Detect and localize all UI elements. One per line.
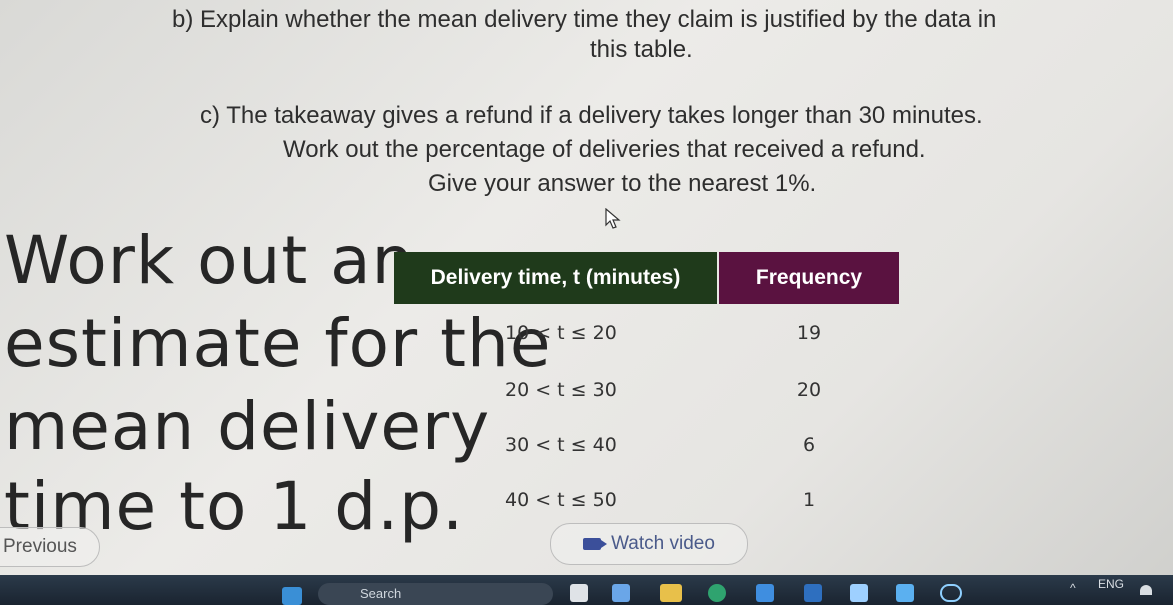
watch-video-button[interactable]: Watch video: [550, 523, 748, 565]
store-icon[interactable]: [896, 584, 914, 602]
table-cell-frequency: 6: [802, 434, 816, 456]
table-cell-time: 40 < t ≤ 50: [505, 489, 617, 511]
edge-icon[interactable]: [940, 584, 962, 602]
previous-label: Previous: [3, 536, 77, 557]
table-cell-time: 30 < t ≤ 40: [505, 434, 617, 456]
table-cell-time: 20 < t ≤ 30: [505, 379, 617, 401]
prompt-line1: Work out an: [4, 222, 415, 299]
table-cell-frequency: 20: [796, 379, 822, 401]
taskbar: Search ^ ENG: [0, 575, 1173, 605]
folder-icon[interactable]: [660, 584, 682, 602]
wifi-icon[interactable]: [1140, 585, 1152, 595]
windows-start-icon[interactable]: [282, 587, 302, 605]
calendar-icon[interactable]: [756, 584, 774, 602]
taskbar-search-label: Search: [360, 586, 402, 601]
table-cell-frequency: 19: [796, 322, 822, 344]
table-cell-frequency: 1: [802, 489, 816, 511]
question-c-line1: c) The takeaway gives a refund if a deli…: [200, 102, 983, 129]
language-indicator[interactable]: ENG: [1098, 577, 1124, 591]
table-header-delivery-time: Delivery time, t (minutes): [394, 252, 717, 304]
prompt-line2: estimate for the: [4, 305, 552, 382]
taskbar-search-box[interactable]: [318, 583, 553, 605]
question-c-line3: Give your answer to the nearest 1%.: [428, 170, 817, 197]
table-header-frequency: Frequency: [719, 252, 899, 304]
mail-icon[interactable]: [804, 584, 822, 602]
video-camera-icon: [583, 538, 608, 550]
table-cell-time: 10 < t ≤ 20: [505, 322, 617, 344]
file-explorer-icon[interactable]: [570, 584, 588, 602]
browser-icon[interactable]: [708, 584, 726, 602]
chevron-up-icon[interactable]: ^: [1070, 581, 1076, 595]
previous-button[interactable]: Previous: [0, 527, 100, 567]
watch-video-label: Watch video: [611, 533, 715, 554]
question-b-line1: b) Explain whether the mean delivery tim…: [172, 6, 997, 33]
question-c-line2: Work out the percentage of deliveries th…: [283, 136, 926, 163]
photos-icon[interactable]: [850, 584, 868, 602]
mouse-cursor-icon: [605, 208, 621, 229]
question-b-line2: this table.: [590, 36, 693, 63]
app-icon[interactable]: [612, 584, 630, 602]
prompt-line3: mean delivery: [4, 388, 491, 465]
